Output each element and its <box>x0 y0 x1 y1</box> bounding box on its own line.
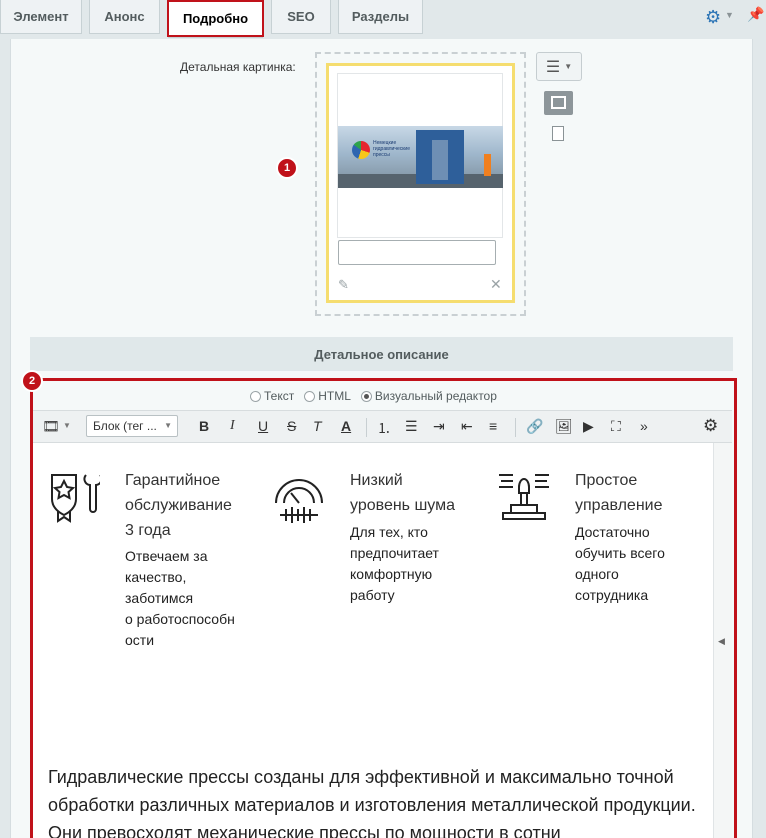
chevron-down-icon: ▼ <box>164 421 172 430</box>
mode-html-radio[interactable]: HTML <box>304 389 351 403</box>
detail-image-label: Детальная картинка: <box>180 60 296 74</box>
pencil-icon[interactable]: ✎ <box>338 277 349 293</box>
feature-title: Низкий уровень шума <box>350 472 456 514</box>
film-icon[interactable]: 🎞 <box>42 418 60 435</box>
image-icon[interactable]: 🖼 <box>555 418 573 435</box>
preview-logo-text: Немецкие гидравлические прессы <box>373 140 410 158</box>
chevron-down-icon[interactable]: ▼ <box>63 421 71 430</box>
brand-logo-icon <box>352 141 370 159</box>
tab-seo[interactable]: SEO <box>271 0 331 34</box>
editor-mode-switch: Текст HTML Визуальный редактор <box>250 389 497 403</box>
tab-sections[interactable]: Разделы <box>338 0 423 34</box>
noise-gauge-icon <box>275 479 323 523</box>
clear-format-icon[interactable]: T <box>313 418 322 434</box>
gear-icon[interactable]: ⚙ <box>705 7 721 28</box>
pin-icon[interactable]: 📌 <box>747 6 764 23</box>
hamburger-icon: ☰ <box>545 58 561 76</box>
badge-1: 1 <box>276 157 298 179</box>
fullscreen-icon[interactable]: ⛶ <box>611 418 621 435</box>
chevron-down-icon: ▼ <box>564 62 573 71</box>
image-description-input[interactable] <box>338 240 496 265</box>
badge-2: 2 <box>21 370 43 392</box>
feature-text: Для тех, кто предпочитает комфортную работу <box>350 524 439 603</box>
video-icon[interactable]: ▶ <box>583 418 594 435</box>
tab-element[interactable]: Элемент <box>0 0 82 34</box>
indent-icon[interactable]: ⇥ <box>433 418 445 435</box>
chevron-left-icon[interactable]: ◀ <box>718 636 725 647</box>
mode-text-radio[interactable]: Текст <box>250 389 294 403</box>
align-icon[interactable]: ≡ <box>489 418 497 434</box>
feature-text: Отвечаем за качество, заботимся о работоспо… <box>125 548 235 648</box>
settings-icon[interactable]: ⚙ <box>703 416 718 436</box>
tab-announce[interactable]: Анонс <box>89 0 160 34</box>
section-title: Детальное описание <box>30 337 733 371</box>
feature-title: Гарантийное обслуживание 3 года <box>125 472 232 539</box>
block-format-select[interactable]: Блок (тег ... ▼ <box>86 415 178 437</box>
feature-title: Простое управление <box>575 472 663 514</box>
italic-icon[interactable]: I <box>230 418 235 434</box>
image-menu-button[interactable]: ☰ ▼ <box>536 52 582 81</box>
active-tab-highlight <box>167 0 264 37</box>
image-preview[interactable]: Немецкие гидравлические прессы <box>338 126 503 188</box>
description-paragraph: Гидравлические прессы созданы для эффект… <box>48 767 696 838</box>
warranty-icon <box>51 474 100 523</box>
tab-bar: Элемент Анонс Подробно SEO Разделы ⚙ ▼ 📌 <box>0 0 766 39</box>
outdent-icon[interactable]: ⇤ <box>461 418 473 435</box>
underline-icon[interactable]: U <box>258 418 268 434</box>
mode-visual-radio[interactable]: Визуальный редактор <box>360 389 497 403</box>
more-icon[interactable]: » <box>640 418 648 434</box>
joystick-icon <box>499 474 549 520</box>
strikethrough-icon[interactable]: S <box>287 418 296 434</box>
bold-icon[interactable]: B <box>199 418 209 434</box>
text-color-icon[interactable]: A <box>341 418 351 434</box>
close-icon[interactable]: ✕ <box>490 276 502 293</box>
image-mode-button[interactable] <box>544 91 573 115</box>
image-icon <box>551 96 566 109</box>
link-icon[interactable]: 🔗 <box>526 418 543 435</box>
ordered-list-icon[interactable]: ⒈ <box>377 418 391 438</box>
file-icon[interactable] <box>552 126 564 141</box>
chevron-down-icon[interactable]: ▼ <box>725 10 734 20</box>
feature-text: Достаточно обучить всего одного сотрудника <box>575 524 665 603</box>
bullet-list-icon[interactable]: ☰ <box>405 418 418 435</box>
